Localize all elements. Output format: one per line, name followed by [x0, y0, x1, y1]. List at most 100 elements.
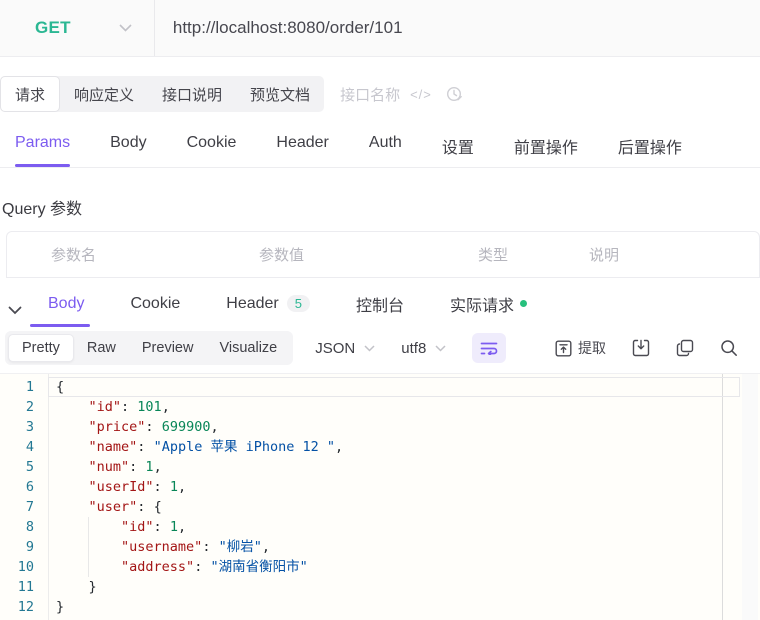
collapse-chevron-down-icon[interactable] [8, 306, 26, 315]
status-dot [520, 300, 528, 307]
token-str: "Apple 苹果 iPhone 12 " [153, 439, 335, 455]
response-tab-body[interactable]: Body [29, 295, 92, 327]
request-tab-header[interactable]: Header [276, 134, 328, 167]
line-number: 12 [17, 599, 34, 615]
doc-tab-request[interactable]: 请求 [0, 76, 61, 112]
line-number: 5 [25, 459, 34, 475]
search-button[interactable] [720, 339, 738, 357]
token-pln: : [202, 539, 219, 555]
token-pln: : [153, 519, 170, 535]
code-line-7: 7 "user": { [0, 497, 760, 517]
code-line-1: 1{ [0, 377, 760, 397]
request-tab-pre-operations[interactable]: 前置操作 [514, 134, 578, 167]
view-mode-preview[interactable]: Preview [129, 335, 207, 361]
code-text: } [48, 577, 97, 597]
api-name-placeholder[interactable]: 接口名称 [340, 84, 400, 105]
token-pln: : [153, 479, 170, 495]
line-number: 9 [25, 539, 34, 555]
token-num: 1 [169, 479, 178, 495]
view-mode-visualize[interactable]: Visualize [206, 335, 290, 361]
line-number: 6 [25, 479, 34, 495]
clock-icon[interactable] [446, 86, 463, 103]
chevron-down-icon [364, 344, 375, 352]
response-tab-header[interactable]: Header 5 [226, 295, 310, 327]
code-line-10: 10 "address": "湖南省衡阳市" [0, 557, 760, 577]
code-text: { [48, 377, 64, 397]
view-mode-raw[interactable]: Raw [74, 335, 129, 361]
encoding-dropdown[interactable]: utf8 [401, 340, 446, 357]
request-tab-post-operations[interactable]: 后置操作 [618, 134, 682, 167]
code-line-6: 6 "userId": 1, [0, 477, 760, 497]
request-tabs: Params Body Cookie Header Auth 设置 前置操作 后置操作 [0, 112, 760, 168]
token-key: "user" [88, 499, 138, 515]
response-tab-actual-request[interactable]: 实际请求 [450, 292, 528, 330]
line-number: 1 [25, 379, 34, 395]
token-pln: , [161, 399, 170, 415]
response-tab-label: Header [226, 294, 279, 312]
code-text: } [48, 597, 64, 617]
chevron-down-icon[interactable] [119, 19, 132, 37]
code-line-4: 4 "name": "Apple 苹果 iPhone 12 ", [0, 437, 760, 457]
line-number: 11 [17, 579, 34, 595]
doc-tab-response-definition[interactable]: 响应定义 [60, 76, 148, 112]
token-key: "num" [88, 459, 130, 475]
copy-button[interactable] [676, 339, 694, 357]
chevron-down-icon [435, 344, 446, 352]
code-text: "id": 1, [48, 517, 186, 537]
extract-button[interactable]: 提取 [555, 338, 606, 358]
request-tab-auth[interactable]: Auth [369, 134, 402, 167]
response-tab-label: 实际请求 [450, 297, 515, 315]
doc-tab-preview-docs[interactable]: 预览文档 [236, 76, 324, 112]
viewer-actions: 提取 [555, 338, 760, 358]
code-icon: </> [410, 86, 432, 102]
response-body-editor[interactable]: 1{2 "id": 101, 3 "price": 699900, 4 "name"… [0, 373, 760, 620]
format-dropdown[interactable]: JSON [315, 340, 375, 357]
encoding-value: utf8 [401, 339, 427, 357]
doc-tabs-strip: 请求 响应定义 接口说明 预览文档 [0, 76, 325, 112]
code-line-12: 12} [0, 597, 760, 617]
line-number: 10 [17, 559, 34, 575]
line-number: 7 [25, 499, 34, 515]
request-tab-body[interactable]: Body [110, 134, 146, 167]
token-brace: { [56, 379, 65, 395]
token-num: 1 [145, 459, 154, 475]
doc-tabs-row: 请求 响应定义 接口说明 预览文档 接口名称 </> [0, 76, 760, 112]
token-brace: } [88, 579, 97, 595]
word-wrap-button[interactable] [472, 333, 507, 363]
token-key: "price" [88, 419, 146, 435]
request-tab-settings[interactable]: 设置 [442, 134, 474, 167]
request-tab-params[interactable]: Params [15, 134, 71, 167]
token-pln: : [194, 559, 211, 575]
code-text: "id": 101, [48, 397, 170, 417]
token-key: "id" [121, 519, 154, 535]
download-button[interactable] [632, 339, 650, 357]
token-key: "username" [121, 539, 203, 555]
token-num: 699900 [161, 419, 211, 435]
response-tab-console[interactable]: 控制台 [356, 292, 404, 330]
viewer-toolbar: Pretty Raw Preview Visualize JSON utf8 提取 [5, 329, 760, 367]
token-pln: , [210, 419, 219, 435]
token-pln: : [137, 499, 154, 515]
token-key: "name" [88, 439, 138, 455]
param-column-value: 参数值 [259, 247, 305, 264]
code-line-2: 2 "id": 101, [0, 397, 760, 417]
code-text: "userId": 1, [48, 477, 187, 497]
doc-tab-api-description[interactable]: 接口说明 [148, 76, 236, 112]
copy-icon [676, 339, 694, 357]
token-pln: : [129, 459, 146, 475]
token-num: 101 [137, 399, 162, 415]
code-lines: 1{2 "id": 101, 3 "price": 699900, 4 "name"… [0, 377, 760, 617]
header-count-badge: 5 [286, 295, 310, 312]
url-input[interactable]: http://localhost:8080/order/101 [155, 18, 403, 38]
http-method-selector[interactable]: GET [0, 18, 71, 38]
search-icon [721, 340, 737, 356]
param-column-type: 类型 [478, 247, 509, 264]
param-column-name: 参数名 [51, 247, 97, 264]
view-mode-pretty[interactable]: Pretty [8, 334, 74, 362]
code-text: "num": 1, [48, 457, 162, 477]
response-tabs: Body Cookie Header 5 控制台 实际请求 [29, 292, 528, 330]
word-wrap-icon [480, 342, 498, 355]
response-tab-cookie[interactable]: Cookie [130, 295, 180, 327]
line-number: 2 [25, 399, 34, 415]
request-tab-cookie[interactable]: Cookie [187, 134, 237, 167]
